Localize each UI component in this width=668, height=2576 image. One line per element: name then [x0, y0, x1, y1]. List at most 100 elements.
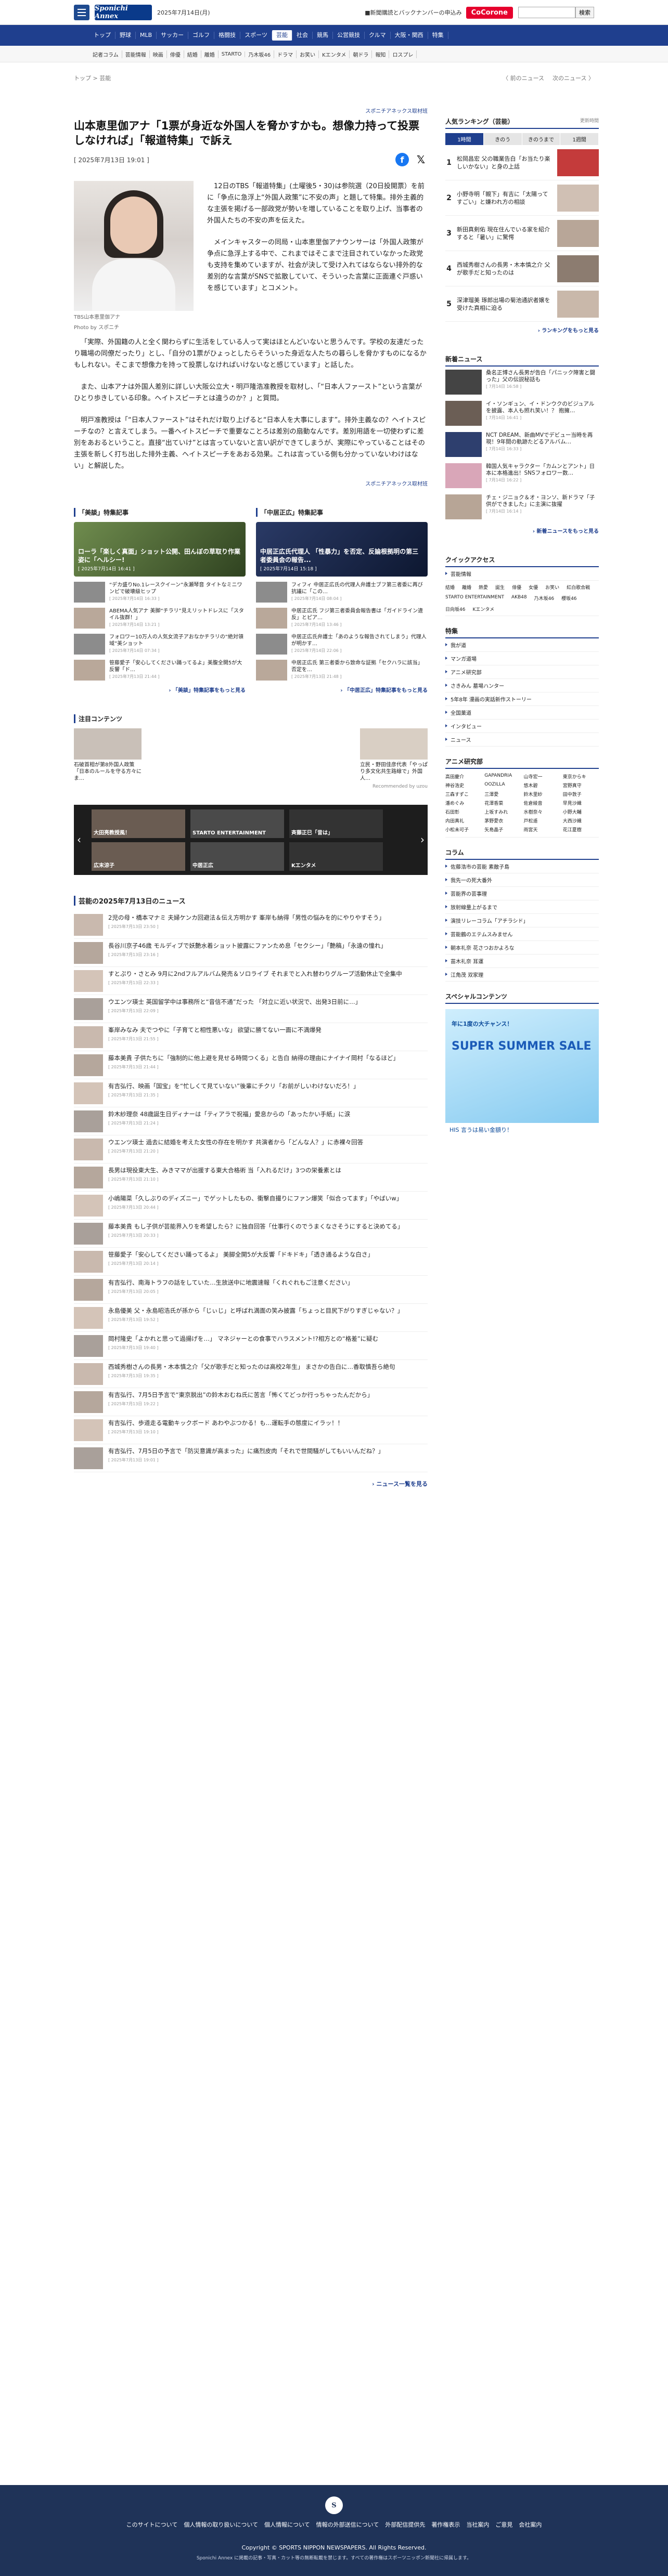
anime-item[interactable]: 高田慶介: [445, 773, 481, 780]
quick-access-chip[interactable]: Kエンタメ: [472, 606, 494, 612]
gnav-item[interactable]: 公営競技: [333, 32, 365, 39]
new-news-item[interactable]: イ・ソンギュン、イ・ドンウクのビジュアルを披露、本人も照れ笑い！？ 抱擁…[ 7…: [445, 398, 599, 429]
footer-link[interactable]: このサイトについて: [126, 2520, 178, 2529]
feature-item[interactable]: インタビュー: [445, 720, 599, 733]
related-item[interactable]: 中居正広氏 第三者委から致命な証拠「セクハラに該当」否定を…[ 2025年7月1…: [256, 660, 428, 681]
anime-item[interactable]: 田中敦子: [563, 791, 599, 797]
feature-item[interactable]: さきみん 墓場ハンター: [445, 679, 599, 692]
column-item[interactable]: 放射線量上がるまで: [445, 900, 599, 914]
news-item[interactable]: 鈴木紗理奈 48歳誕生日ディナーは「ティアラで祝福」愛息からの「あったかい手紙」…: [74, 1107, 428, 1135]
article-credit-bottom[interactable]: スポニチアネックス取材班: [74, 479, 428, 487]
news-item[interactable]: 峯岸みなみ 夫でつやに「子育てと相性悪いな」 欲望に勝てない一面に不満爆発 [ 2…: [74, 1023, 428, 1051]
quick-access-chip[interactable]: STARTO ENTERTAINMENT: [445, 595, 504, 601]
his-ad-banner[interactable]: 年に1度の大チャンス！ SUPER SUMMER SALE HIS 言うは易い金…: [445, 1009, 599, 1136]
subnav-item[interactable]: 映画: [150, 50, 167, 58]
related-hero[interactable]: ローラ「楽しく真面」ショット公開、田んぼの草取り作業姿に「ヘルシー! [ 2025…: [74, 522, 246, 577]
subnav-item[interactable]: お笑い: [297, 50, 319, 58]
next-news-link[interactable]: 次のニュース 〉: [553, 74, 594, 82]
subnav-item[interactable]: 芸能情報: [122, 50, 150, 58]
footer-link[interactable]: 個人情報について: [264, 2520, 310, 2529]
quick-access-chip[interactable]: 女優: [529, 584, 538, 591]
news-item[interactable]: 小嶋陽菜「久しぶりのディズニー」でゲットしたもの、衝撃自撮りにファン爆笑「似合っ…: [74, 1192, 428, 1220]
gnav-item[interactable]: クルマ: [365, 32, 391, 39]
carousel-prev-icon[interactable]: ‹: [77, 833, 81, 846]
news-item[interactable]: 岡村隆史「よかれと思って過揚げを…」 マネジャーとの食事でハラスメント!?相方と…: [74, 1332, 428, 1360]
attention-item[interactable]: 石破首相が第8外国人政策「日本のルールを守る方々にま…: [74, 728, 142, 782]
quick-access-chip[interactable]: 乃木坂46: [534, 595, 554, 601]
new-news-more-link[interactable]: › 新着ニュースをもっと見る: [445, 527, 599, 534]
prev-news-link[interactable]: 〈 前のニュース: [503, 74, 544, 82]
quick-access-chip[interactable]: 離婚: [462, 584, 471, 591]
anime-item[interactable]: 神谷浩史: [445, 782, 481, 789]
cocorone-banner[interactable]: CoCorone: [466, 6, 513, 19]
news-item[interactable]: 有吉弘行、南海トラフの話をしていた…生放送中に地震速報「くれぐれもご注意ください…: [74, 1276, 428, 1304]
carousel-tile[interactable]: 大田亮教授風！: [92, 809, 185, 838]
ranking-tab[interactable]: きのうまで: [522, 133, 561, 145]
quick-access-chip[interactable]: 結婚: [445, 584, 455, 591]
quick-access-chip[interactable]: 誕生: [495, 584, 505, 591]
news-item[interactable]: 長谷川京子46歳 モルディブで妖艶水着ショット披露にファンため息「セクシー」「艶…: [74, 939, 428, 967]
news-item[interactable]: 藤本美貴 もし子供が芸能界入りを希望したら？に独自回答「仕事行くのでうまくなさそ…: [74, 1220, 428, 1248]
article-photo[interactable]: TBS山本恵里伽アナ Photo by スポニチ: [74, 181, 194, 332]
anime-item[interactable]: 水樹奈々: [524, 808, 560, 815]
gnav-item[interactable]: ゴルフ: [188, 32, 215, 39]
news-item[interactable]: ウエンツ瑛士 過去に結婚を考えた女性の存在を明かす 共演者から「どんな人？」に赤…: [74, 1135, 428, 1163]
ranking-item[interactable]: 4 西城秀樹さんの長男・木本慎之介 父が歌手だと知ったのは: [445, 251, 599, 286]
ranking-item[interactable]: 5 深津瑠美 琢郎出場の菊池通訳者嬢を受けた真相に迫る: [445, 286, 599, 322]
quick-access-chip[interactable]: 紅白歌合戦: [567, 584, 590, 591]
subnav-item[interactable]: STARTO: [219, 51, 246, 57]
feature-item[interactable]: マンガ道場: [445, 652, 599, 665]
anime-item[interactable]: 三澤愛: [484, 791, 520, 797]
gnav-item[interactable]: 社会: [292, 32, 313, 39]
news-item[interactable]: すとぷり・さとみ 9月に2ndフルアルバム発売＆ソロライブ それまでと入れ替わり…: [74, 967, 428, 995]
subnav-item[interactable]: 結婚: [184, 50, 201, 58]
subnav-item[interactable]: ロスプレ: [389, 50, 417, 58]
gnav-item[interactable]: 芸能: [272, 30, 292, 41]
quick-access-chip[interactable]: 日向坂46: [445, 606, 465, 612]
search-button[interactable]: 検索: [575, 7, 594, 18]
subnav-item[interactable]: 離婚: [201, 50, 219, 58]
anime-item[interactable]: 悠木碧: [524, 782, 560, 789]
subscription-link[interactable]: ■新聞購読とバックナンバーの申込み: [365, 8, 461, 17]
quick-access-chip[interactable]: AKB48: [511, 595, 527, 601]
quick-access-chip[interactable]: 櫻坂46: [561, 595, 576, 601]
gnav-item[interactable]: 格闘技: [214, 32, 241, 39]
news-item[interactable]: 西城秀樹さんの長男・木本慎之介「父が歌手だと知ったのは高校2年生」 まさかの告白…: [74, 1360, 428, 1388]
related-item[interactable]: 笹藤愛子「安心してください踊ってるよ」美腹全開5が大反響「ド…[ 2025年7月…: [74, 660, 246, 681]
x-share-icon[interactable]: 𝕏: [414, 153, 428, 166]
related-item[interactable]: フォロワー10万人の人気女流子アおなかチラリの“絶対領域”美ショット[ 2025…: [74, 634, 246, 655]
anime-item[interactable]: 矢島晶子: [484, 826, 520, 833]
gnav-item[interactable]: スポーツ: [240, 32, 272, 39]
news-item[interactable]: 2児の母・橋本マナミ 夫婦ケンカ回避法＆伝え方明かす 峯岸も納得「男性の悩みを的…: [74, 911, 428, 939]
column-item[interactable]: 芸能鶴のエテムスみません: [445, 927, 599, 941]
ranking-tab[interactable]: きのう: [483, 133, 522, 145]
related-more-link[interactable]: › 「中居正広」特集記事をもっと見る: [256, 686, 428, 694]
gnav-item[interactable]: MLB: [136, 32, 157, 39]
gnav-item[interactable]: 特集: [428, 32, 448, 39]
ranking-more-link[interactable]: › ランキングをもっと見る: [445, 326, 599, 334]
news-item[interactable]: ウエンツ瑛士 英国留学中は事務所と“音信不通”だった 「対立に近い状況で、出発3…: [74, 995, 428, 1023]
related-item[interactable]: 中居正広氏弁護士「あのような報告されてしまう」代理人が明かす…[ 2025年7月…: [256, 634, 428, 655]
column-item[interactable]: 芸能界の芸事理: [445, 887, 599, 900]
related-item[interactable]: “デカ盛りNo.1レースクイーン”永瀬琴音 タイトなミニワンピで破壊級ヒップ[ …: [74, 582, 246, 603]
quick-access-chip[interactable]: 俳優: [512, 584, 521, 591]
quick-access-top[interactable]: 芸能情報: [445, 567, 599, 581]
gnav-item[interactable]: 野球: [115, 32, 136, 39]
ranking-item[interactable]: 3 新田真剣佑 現在住んでいる家を紹介すると「暑い」に驚愕: [445, 216, 599, 251]
search-input[interactable]: [518, 7, 575, 18]
carousel-tile[interactable]: 広末涼子: [92, 842, 185, 871]
anime-item[interactable]: 大西沙織: [563, 817, 599, 824]
column-item[interactable]: 朝本礼奈 花さつおかよろな: [445, 941, 599, 954]
footer-link[interactable]: 情報の外部送信について: [316, 2520, 379, 2529]
subnav-item[interactable]: 朝ドラ: [350, 50, 372, 58]
carousel-tile[interactable]: STARTO ENTERTAINMENT: [190, 809, 284, 838]
anime-item[interactable]: 宮野真守: [563, 782, 599, 789]
anime-item[interactable]: GAPANDRIA: [484, 773, 520, 780]
related-item[interactable]: フィフィ 中居正広氏の代理人弁護士ブフ第三者委に再び抗議に「この…[ 2025年…: [256, 582, 428, 603]
anime-item[interactable]: 茅野愛衣: [484, 817, 520, 824]
feature-item[interactable]: 全国菓道: [445, 706, 599, 720]
gnav-item[interactable]: 競馬: [313, 32, 333, 39]
footer-link[interactable]: 外部配信提供先: [385, 2520, 425, 2529]
anime-item[interactable]: 雨宮天: [524, 826, 560, 833]
column-item[interactable]: 我先一の死大番外: [445, 873, 599, 887]
